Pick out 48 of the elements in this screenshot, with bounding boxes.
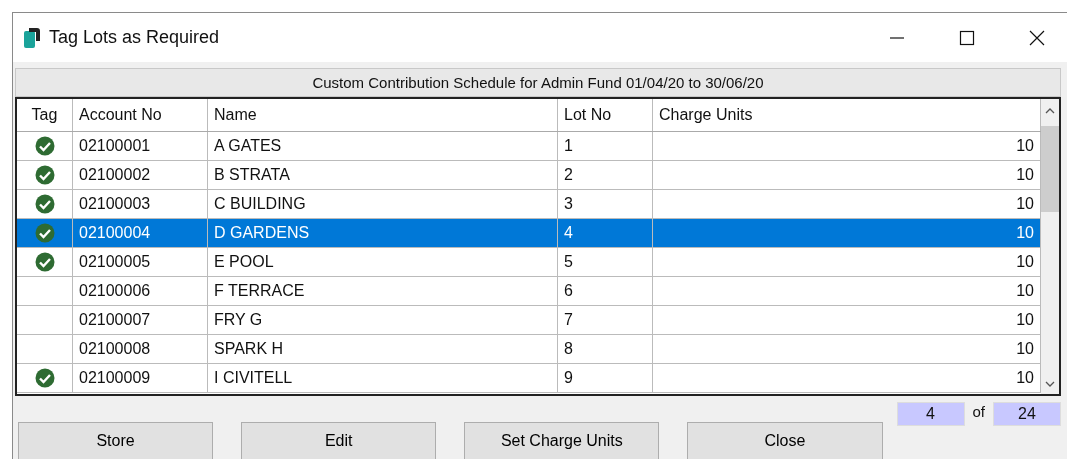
table-row[interactable]: 02100004 D GARDENS 4 10 (17, 219, 1041, 248)
table-row[interactable]: 02100001 A GATES 1 10 (17, 132, 1041, 161)
table-cell: 02100008 (73, 335, 208, 363)
table-cell: 02100003 (73, 190, 208, 218)
table-row[interactable]: 02100009 I CIVITELL 9 10 (17, 364, 1041, 393)
action-button[interactable]: Edit (241, 422, 437, 459)
table-cell: D GARDENS (208, 219, 558, 247)
table-cell: FRY G (208, 306, 558, 334)
table-cell: 5 (558, 248, 653, 276)
table-cell: 1 (558, 132, 653, 160)
table-row[interactable]: 02100002 B STRATA 2 10 (17, 161, 1041, 190)
table-row[interactable]: 02100005 E POOL 5 10 (17, 248, 1041, 277)
column-header[interactable]: Account No (73, 99, 208, 131)
table-row[interactable]: 02100007 FRY G 7 10 (17, 306, 1041, 335)
table-cell: 02100006 (73, 277, 208, 305)
table-cell: 02100009 (73, 364, 208, 392)
action-button[interactable]: Close (687, 422, 883, 459)
action-button[interactable]: Set Charge Units (464, 422, 660, 459)
table-cell: 2 (558, 161, 653, 189)
table-cell: F TERRACE (208, 277, 558, 305)
record-total: 24 (993, 402, 1061, 426)
current-record: 4 (896, 402, 965, 426)
table-cell: 02100005 (73, 248, 208, 276)
table-cell: 6 (558, 277, 653, 305)
window-title: Tag Lots as Required (49, 27, 220, 48)
column-header[interactable]: Name (208, 99, 558, 131)
table-cell: 3 (558, 190, 653, 218)
table-cell: C BUILDING (208, 190, 558, 218)
table-cell: B STRATA (208, 161, 558, 189)
table-cell: 02100001 (73, 132, 208, 160)
table-cell: 02100002 (73, 161, 208, 189)
table-cell: 8 (558, 335, 653, 363)
action-button[interactable]: Store (18, 422, 214, 459)
column-header[interactable]: Tag (17, 99, 73, 131)
table-row[interactable]: 02100008 SPARK H 8 10 (17, 335, 1041, 364)
table-cell: 02100007 (73, 306, 208, 334)
table-cell: SPARK H (208, 335, 558, 363)
schedule-title: Custom Contribution Schedule for Admin Fund 01/04/20 to 30/06/20 (15, 68, 1061, 97)
table-row[interactable]: 02100006 F TERRACE 6 10 (17, 277, 1041, 306)
table-cell: 4 (558, 219, 653, 247)
table-cell: E POOL (208, 248, 558, 276)
table-cell: A GATES (208, 132, 558, 160)
table-cell: 9 (558, 364, 653, 392)
table-cell: 02100004 (73, 219, 208, 247)
of-label: of (972, 402, 985, 420)
column-header[interactable]: Lot No (558, 99, 653, 131)
table-cell: 7 (558, 306, 653, 334)
table-cell: I CIVITELL (208, 364, 558, 392)
